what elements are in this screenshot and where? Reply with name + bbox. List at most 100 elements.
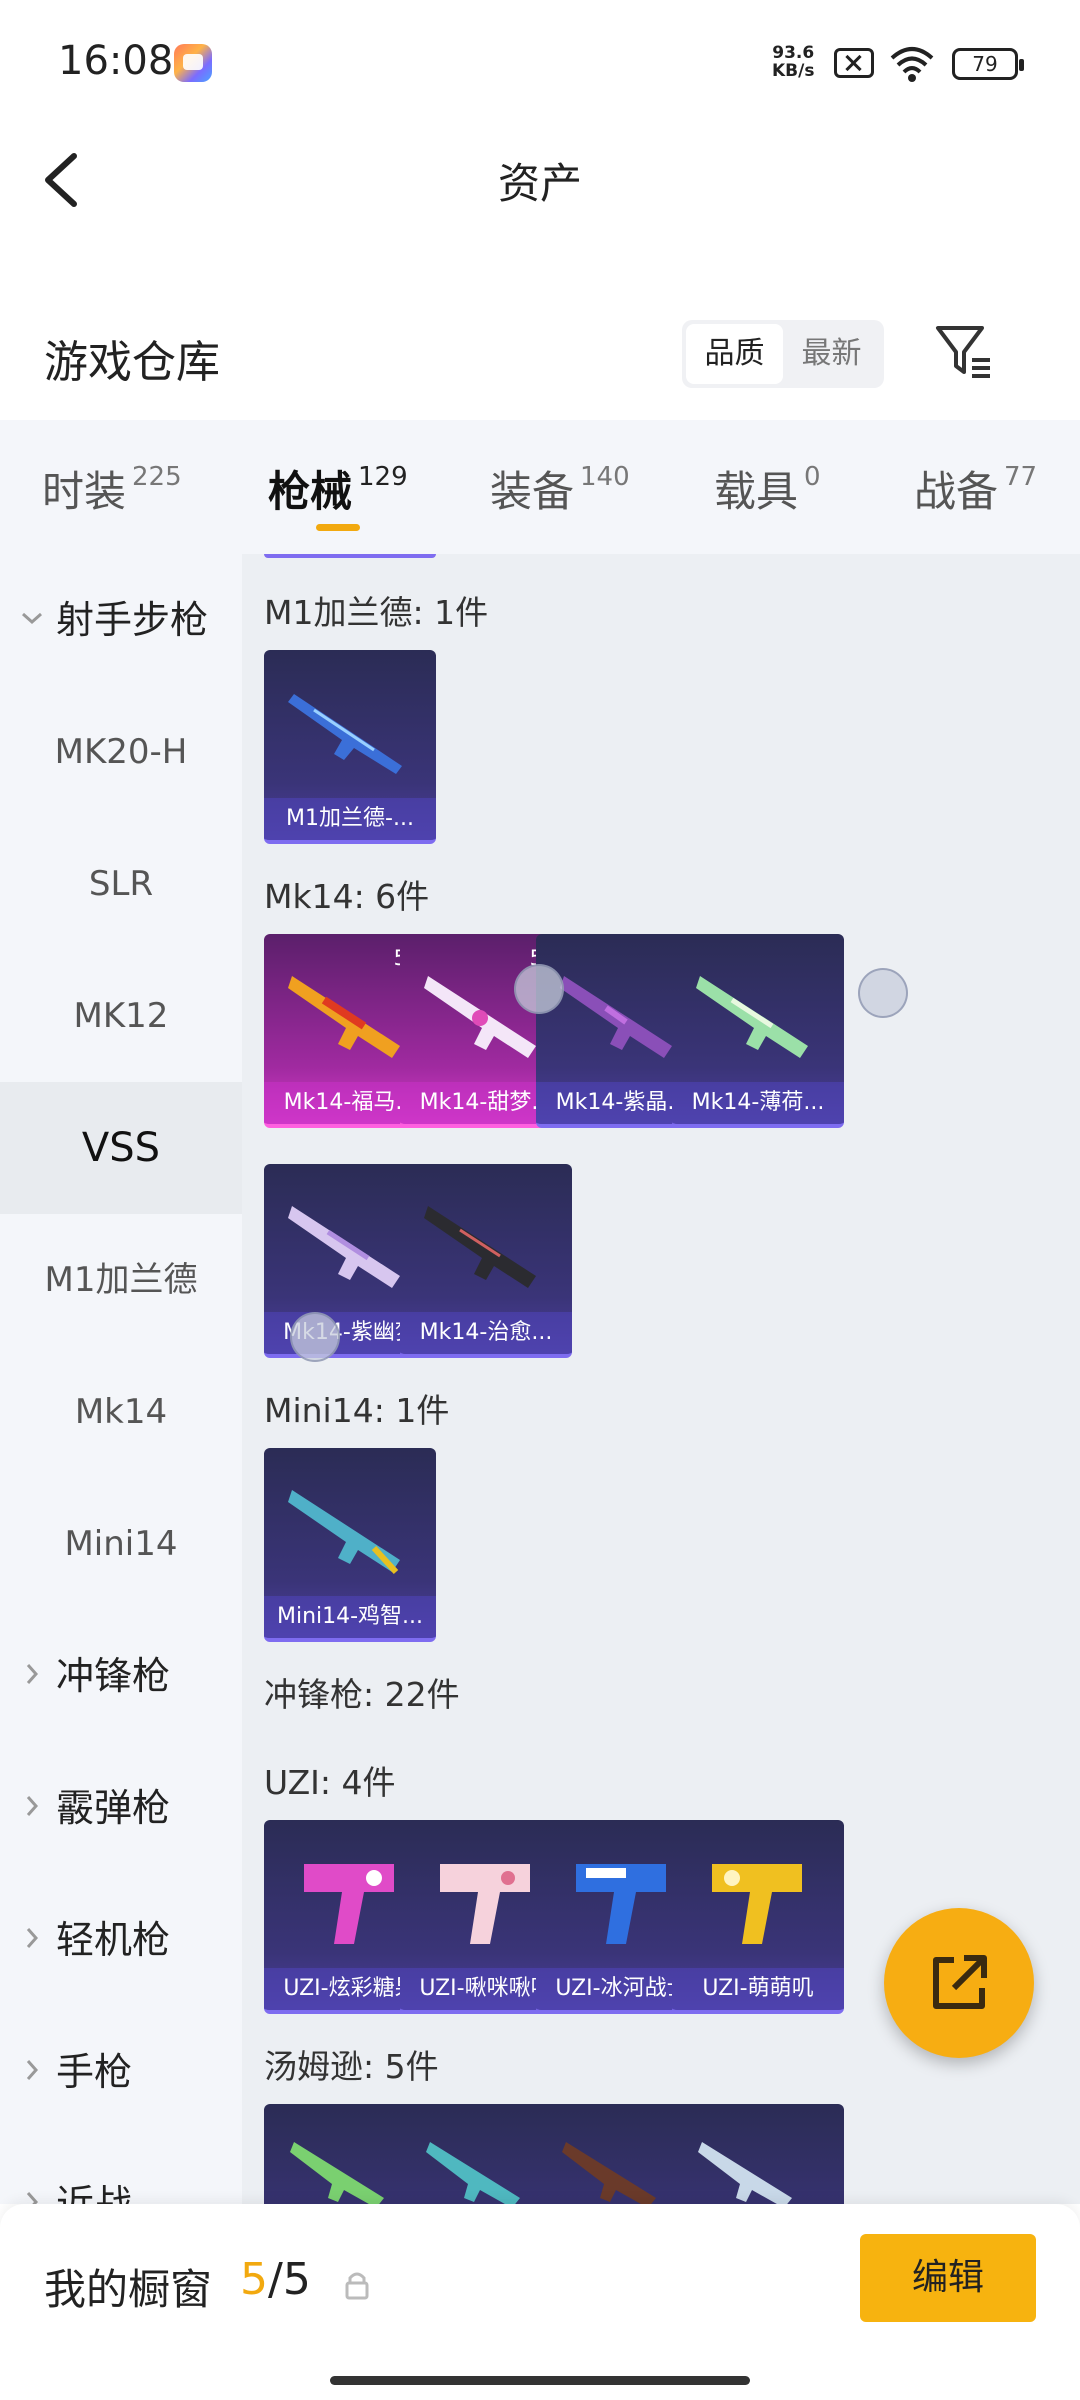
tab-label: 战备 [914, 467, 999, 516]
smg-icon [576, 1864, 666, 1944]
network-speed: 93.6 KB/s [772, 44, 814, 80]
touch-indicator [514, 964, 564, 1014]
showcase-title: 我的橱窗 [44, 2265, 213, 2314]
chevron-right-icon [26, 1796, 39, 1816]
weapon-skin-card[interactable]: Mk14-治愈... [400, 1164, 572, 1358]
showcase-total: 5 [282, 2254, 311, 2305]
tab-count: 225 [132, 462, 182, 492]
sidebar-item-label: Mini14 [64, 1524, 178, 1564]
page-title: 资产 [497, 159, 582, 208]
weapon-skin-card[interactable]: Mk14-薄荷... [672, 934, 844, 1128]
sidebar-group-lmg[interactable]: 轻机枪 [0, 1874, 242, 2006]
status-time: 16:08 [58, 38, 174, 84]
active-tab-indicator [316, 524, 360, 531]
sidebar-item-label: Mk14 [74, 1392, 168, 1432]
tab-firearms[interactable]: 枪械 129 [268, 458, 408, 519]
no-sim-icon [834, 48, 874, 78]
sidebar-item-vss[interactable]: VSS [0, 1082, 242, 1214]
rifle-icon [696, 976, 808, 1058]
section-label: Mk14: 6件 [264, 877, 430, 916]
weapon-skin-card[interactable] [672, 2104, 844, 2204]
sort-newest-button[interactable]: 最新 [783, 324, 880, 384]
card-caption: UZI-萌萌叽 [672, 1968, 844, 2010]
wifi-icon [890, 47, 934, 82]
rifle-icon [288, 694, 402, 774]
sidebar-item-mini14[interactable]: Mini14 [0, 1478, 242, 1610]
smg-icon [698, 2142, 792, 2204]
tab-vehicles[interactable]: 载具 0 [714, 458, 821, 519]
sidebar-item-label: MK12 [73, 996, 169, 1036]
showcase-count: 5/5 [240, 2254, 311, 2305]
sidebar-group-melee[interactable]: 近战 [0, 2138, 242, 2204]
tab-label: 载具 [714, 467, 799, 516]
tab-supplies[interactable]: 战备 77 [914, 458, 1037, 519]
tab-label: 枪械 [268, 467, 353, 516]
smg-icon [290, 2142, 384, 2204]
network-speed-value: 93.6 [772, 43, 815, 63]
tab-count: 0 [804, 462, 821, 492]
smg-icon [712, 1864, 802, 1944]
sort-toggle: 品质 最新 [682, 320, 884, 388]
chevron-right-icon [26, 1664, 39, 1684]
sidebar-item-label: 近战 [56, 2182, 133, 2204]
smg-icon [440, 1864, 530, 1944]
tab-fashion[interactable]: 时装 225 [42, 458, 182, 519]
chevron-right-icon [26, 2060, 39, 2080]
chevron-right-icon [26, 1928, 39, 1948]
sidebar-group-marksman[interactable]: 射手步枪 [0, 554, 242, 686]
sidebar-item-label: VSS [81, 1125, 161, 1171]
weapon-type-sidebar: 射手步枪 MK20-H SLR MK12 VSS M1加兰德 Mk14 Mini… [0, 554, 242, 2204]
sidebar-item-label: 霰弹枪 [56, 1786, 171, 1830]
filter-icon[interactable] [932, 320, 996, 384]
sidebar-item-slr[interactable]: SLR [0, 818, 242, 950]
card-caption: Mk14-薄荷... [672, 1082, 844, 1124]
rifle-icon [560, 976, 672, 1058]
tab-equipment[interactable]: 装备 140 [490, 458, 630, 519]
sidebar-item-label: 冲锋枪 [56, 1654, 171, 1698]
sidebar-group-pistol[interactable]: 手枪 [0, 2006, 242, 2138]
section-label: UZI: 4件 [264, 1763, 396, 1802]
chevron-right-icon [26, 2192, 39, 2204]
section-label: M1加兰德: 1件 [264, 593, 489, 632]
smg-icon [304, 1864, 394, 1944]
home-indicator[interactable] [330, 2376, 750, 2385]
lock-icon [345, 2272, 369, 2300]
sidebar-item-mk14[interactable]: Mk14 [0, 1346, 242, 1478]
touch-indicator [290, 1312, 340, 1362]
sidebar-item-label: SLR [88, 864, 154, 904]
external-link-icon [933, 1955, 987, 2009]
weapon-skin-card[interactable]: Mini14-鸡智... [264, 1448, 436, 1642]
sidebar-item-mk12[interactable]: MK12 [0, 950, 242, 1082]
showcase-used: 5 [240, 2254, 268, 2305]
weapon-skin-card[interactable]: UZI-萌萌叽 [672, 1820, 844, 2014]
sidebar-group-smg[interactable]: 冲锋枪 [0, 1610, 242, 1742]
section-label: 冲锋枪: 22件 [264, 1675, 460, 1714]
section-label: 汤姆逊: 5件 [264, 2047, 439, 2086]
sidebar-item-m1garand[interactable]: M1加兰德 [0, 1214, 242, 1346]
category-tabs: 时装 225 枪械 129 装备 140 载具 0 战备 77 [0, 420, 1080, 554]
tab-count: 77 [1004, 462, 1038, 492]
rifle-icon [288, 976, 400, 1058]
share-button[interactable] [884, 1908, 1034, 2058]
edit-button[interactable]: 编辑 [860, 2234, 1036, 2322]
status-bar: 16:08 93.6 KB/s 79 [0, 0, 1080, 120]
card-caption: Mini14-鸡智... [264, 1596, 436, 1638]
tab-count: 140 [580, 462, 630, 492]
rifle-icon [424, 1206, 536, 1288]
sidebar-item-label: MK20-H [54, 732, 188, 772]
battery-icon: 79 [952, 48, 1024, 80]
card-caption: Mk14-治愈... [400, 1312, 572, 1354]
chevron-down-icon [22, 612, 42, 625]
sidebar-item-mk20h[interactable]: MK20-H [0, 686, 242, 818]
touch-indicator [858, 968, 908, 1018]
sort-quality-button[interactable]: 品质 [686, 324, 783, 384]
tab-label: 时装 [42, 467, 127, 516]
app-notification-icon [174, 44, 212, 82]
card-caption: M1加兰德-... [264, 798, 436, 840]
tab-label: 装备 [490, 467, 575, 516]
tab-count: 129 [358, 462, 408, 492]
sidebar-group-shotgun[interactable]: 霰弹枪 [0, 1742, 242, 1874]
sidebar-item-label: 轻机枪 [56, 1918, 171, 1962]
weapon-skin-card[interactable]: M1加兰德-... [264, 650, 436, 844]
sidebar-item-label: 射手步枪 [56, 598, 209, 642]
